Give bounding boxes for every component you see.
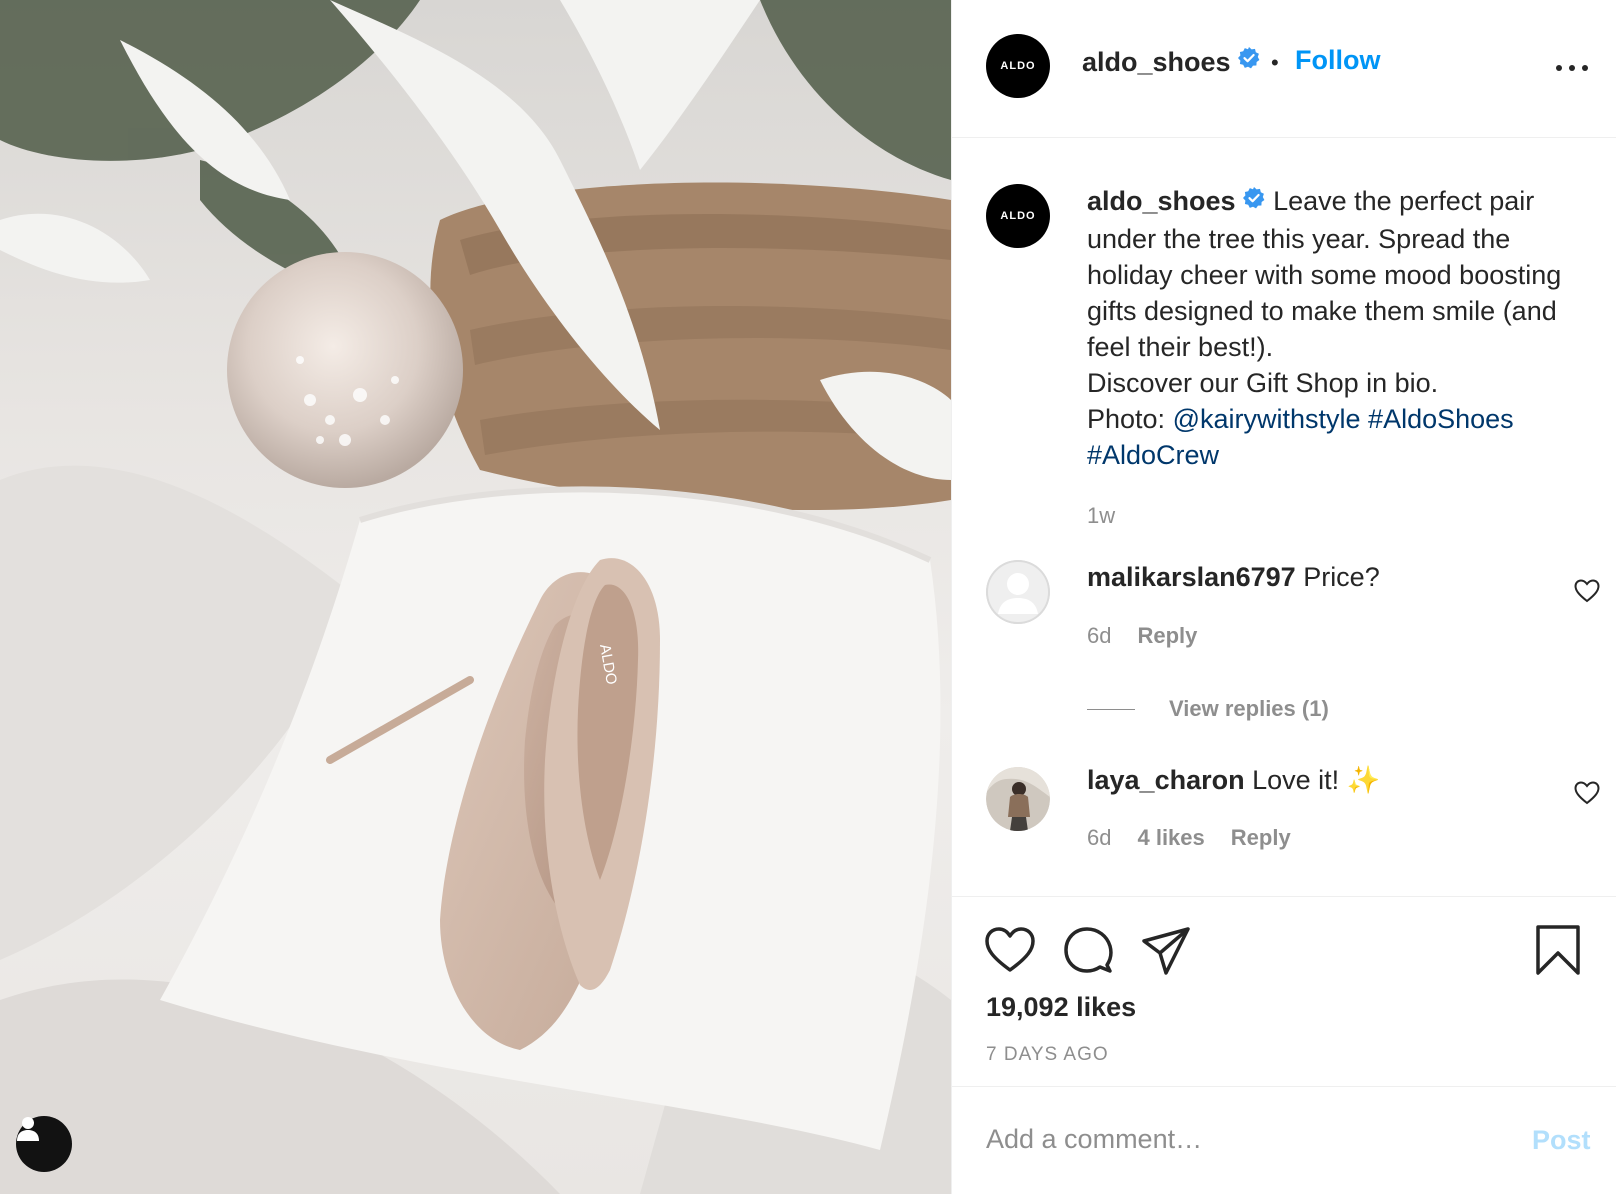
view-replies-line — [1087, 708, 1135, 710]
post-header: ALDO aldo_shoes • Follow — [952, 0, 1616, 138]
user-tag-icon — [17, 1117, 39, 1141]
author-avatar[interactable]: ALDO — [986, 34, 1050, 98]
header-separator: • — [1271, 50, 1279, 75]
hashtag-link[interactable]: #AldoShoes — [1368, 404, 1514, 434]
comment-text: Love it! — [1252, 765, 1340, 795]
view-replies-button[interactable]: View replies (1) — [1087, 696, 1329, 722]
heart-icon[interactable] — [984, 925, 1036, 977]
comment-meta: 6d Reply — [1087, 623, 1197, 649]
comment-username[interactable]: laya_charon — [1087, 765, 1245, 795]
comment-meta: 6d 4 likes Reply — [1087, 825, 1291, 851]
follow-button[interactable]: Follow — [1295, 45, 1380, 76]
comment-item: laya_charon Love it! ✨ — [1087, 764, 1380, 796]
comment-heart-icon[interactable] — [1574, 579, 1600, 603]
comment-avatar[interactable] — [986, 560, 1050, 624]
comment-username[interactable]: malikarslan6797 — [1087, 562, 1296, 592]
post-caption: aldo_shoes Leave the perfect pair under … — [1087, 183, 1597, 473]
default-avatar-icon — [986, 560, 1050, 624]
user-tag-button[interactable] — [16, 1116, 72, 1172]
comment-text: Price? — [1303, 562, 1380, 592]
user-photo-avatar — [986, 767, 1050, 831]
caption-timestamp[interactable]: 1w — [1087, 503, 1115, 529]
view-replies-label: View replies (1) — [1169, 696, 1329, 721]
sparkles-emoji: ✨ — [1346, 765, 1381, 795]
photo-illustration: ALDO — [0, 0, 951, 1194]
more-options-icon[interactable] — [1552, 52, 1592, 82]
comments-section[interactable]: ALDO aldo_shoes Leave the perfect pair u… — [952, 139, 1616, 896]
hashtag-link[interactable]: #AldoCrew — [1087, 440, 1219, 470]
bookmark-icon[interactable] — [1532, 925, 1584, 977]
photo-credit-prefix: Photo: — [1087, 403, 1166, 434]
reply-button[interactable]: Reply — [1137, 623, 1197, 649]
caption-author-username[interactable]: aldo_shoes — [1087, 186, 1236, 216]
author-username-text: aldo_shoes — [1082, 47, 1231, 77]
comment-time[interactable]: 6d — [1087, 623, 1111, 649]
post-actions: 19,092 likes 7 DAYS AGO — [952, 896, 1616, 1086]
paper-plane-icon[interactable] — [1140, 925, 1192, 977]
verified-badge-icon — [1242, 183, 1266, 219]
avatar-brand-text: ALDO — [1000, 210, 1036, 222]
post-comment-button[interactable]: Post — [1532, 1125, 1591, 1156]
comment-item: malikarslan6797 Price? — [1087, 562, 1380, 593]
likes-count[interactable]: 19,092 likes — [986, 992, 1136, 1023]
mention-link[interactable]: @kairywithstyle — [1173, 404, 1361, 434]
comment-heart-icon[interactable] — [1574, 781, 1600, 805]
avatar-brand-text: ALDO — [1000, 60, 1036, 72]
comment-bubble-icon[interactable] — [1062, 925, 1114, 977]
comment-box: Post — [952, 1086, 1616, 1194]
caption-author-avatar[interactable]: ALDO — [986, 184, 1050, 248]
comment-likes[interactable]: 4 likes — [1137, 825, 1204, 851]
post-panel: ALDO aldo_shoes • Follow ALDO aldo_shoes… — [951, 0, 1616, 1194]
comment-avatar[interactable] — [986, 767, 1050, 831]
comment-time[interactable]: 6d — [1087, 825, 1111, 851]
post-date[interactable]: 7 DAYS AGO — [986, 1044, 1109, 1066]
author-username[interactable]: aldo_shoes — [1082, 47, 1261, 79]
post-photo[interactable]: ALDO — [0, 0, 951, 1194]
caption-text-gift-shop: Discover our Gift Shop in bio. — [1087, 367, 1439, 398]
reply-button[interactable]: Reply — [1231, 825, 1291, 851]
comment-input[interactable] — [986, 1117, 1486, 1161]
verified-badge-icon — [1237, 46, 1261, 77]
